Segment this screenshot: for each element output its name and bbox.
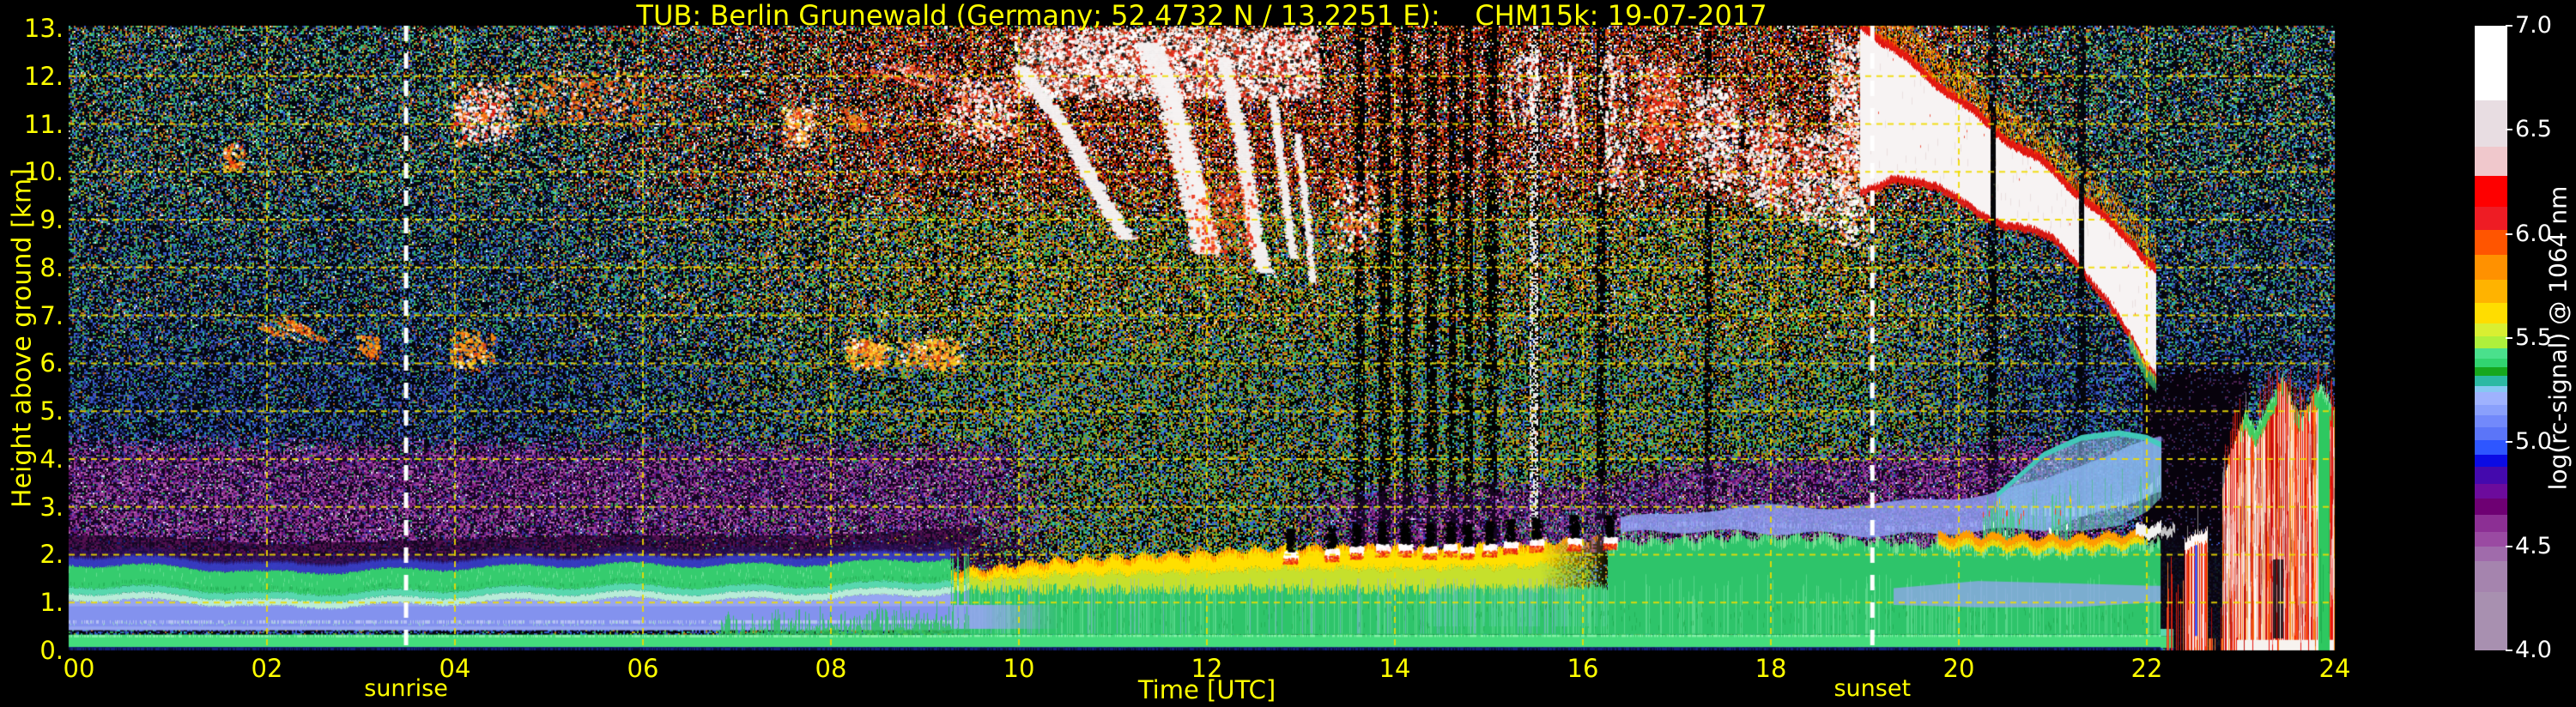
colorbar-segment (2475, 515, 2507, 532)
sunset-annotation: sunset (1834, 675, 1912, 702)
colorbar-segment (2475, 359, 2507, 367)
colorbar-segment (2475, 439, 2507, 455)
x-tick-18: 18 (1755, 654, 1787, 683)
colorbar-segment (2475, 560, 2507, 593)
colorbar-segment (2475, 366, 2507, 376)
colorbar-tick-4.0: 4.0 (2515, 637, 2552, 663)
plot-title: TUB: Berlin Grunewald (Germany; 52.4732 … (636, 0, 1767, 32)
x-tick-06: 06 (627, 654, 659, 683)
colorbar-tick-mark (2506, 545, 2512, 547)
x-tick-24: 24 (2318, 654, 2351, 683)
colorbar-segment (2475, 207, 2507, 230)
colorbar-tick-mark (2506, 25, 2512, 27)
colorbar-segment (2475, 100, 2507, 147)
colorbar-segment (2475, 375, 2507, 386)
x-tick-14: 14 (1379, 654, 1411, 683)
colorbar-segment (2475, 175, 2507, 208)
colorbar-segment (2475, 280, 2507, 303)
x-tick-12: 12 (1191, 654, 1223, 683)
colorbar-segment (2475, 323, 2507, 336)
colorbar-segment (2475, 498, 2507, 516)
colorbar-segment (2475, 427, 2507, 440)
colorbar-segment (2475, 467, 2507, 484)
colorbar-segment (2475, 404, 2507, 415)
colorbar-tick-mark (2506, 650, 2512, 651)
colorbar-tick-mark (2506, 129, 2512, 131)
x-tick-16: 16 (1567, 654, 1599, 683)
colorbar-segment (2475, 483, 2507, 499)
y-tick-13: 13. (23, 13, 64, 43)
x-tick-00: 00 (63, 654, 95, 683)
x-tick-22: 22 (2131, 654, 2163, 683)
x-tick-08: 08 (815, 654, 847, 683)
y-tick-9: 9. (39, 205, 64, 235)
colorbar-segment (2475, 531, 2507, 547)
colorbar-segment (2475, 454, 2507, 468)
y-tick-8: 8. (39, 252, 64, 282)
y-tick-1: 1. (39, 588, 64, 618)
colorbar (2475, 26, 2507, 650)
colorbar-segment (2475, 302, 2507, 323)
colorbar-segment (2475, 26, 2507, 101)
colorbar-segment (2475, 414, 2507, 428)
y-tick-3: 3. (39, 492, 64, 522)
y-tick-2: 2. (39, 540, 64, 570)
colorbar-tick-7.0: 7.0 (2515, 12, 2552, 39)
x-tick-10: 10 (1003, 654, 1035, 683)
x-tick-20: 20 (1943, 654, 1975, 683)
colorbar-tick-mark (2506, 337, 2512, 339)
y-tick-5: 5. (39, 396, 64, 426)
colorbar-segment (2475, 592, 2507, 650)
colorbar-segment (2475, 348, 2507, 360)
x-tick-04: 04 (439, 654, 471, 683)
colorbar-segment (2475, 335, 2507, 349)
colorbar-segment (2475, 229, 2507, 255)
colorbar-segment (2475, 254, 2507, 281)
colorbar-tick-4.5: 4.5 (2515, 532, 2552, 559)
colorbar-segment (2475, 146, 2507, 176)
y-tick-12: 12. (23, 61, 64, 91)
y-tick-4: 4. (39, 444, 64, 474)
y-tick-6: 6. (39, 348, 64, 378)
colorbar-tick-mark (2506, 441, 2512, 444)
y-tick-10: 10. (23, 157, 64, 187)
colorbar-tick-mark (2506, 233, 2512, 235)
x-tick-02: 02 (251, 654, 283, 683)
colorbar-tick-6.5: 6.5 (2515, 116, 2552, 143)
y-tick-11: 11. (23, 109, 64, 139)
ceilometer-quicklook: TUB: Berlin Grunewald (Germany; 52.4732 … (0, 0, 2576, 707)
y-tick-7: 7. (39, 300, 64, 330)
colorbar-segment (2475, 546, 2507, 561)
colorbar-label: log(rc-signal) @ 1064 nm (2543, 185, 2573, 491)
ceilometer-heatmap-canvas (0, 0, 2576, 707)
colorbar-segment (2475, 385, 2507, 393)
colorbar-segment (2475, 392, 2507, 405)
